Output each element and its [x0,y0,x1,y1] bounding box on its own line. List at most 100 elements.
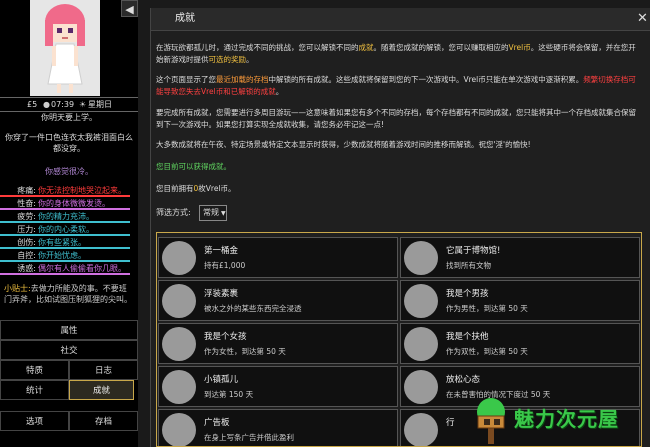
sidebar: ◀ £5 ● 07:39 ☀ 星期日 你明天要上学。 你穿了一件口色连衣太我裤泪… [0,0,138,447]
sun-icon: ☀ [79,100,87,109]
clock-icon: ● [43,100,50,109]
weekday-value: 星期日 [88,100,112,109]
achievement-title: 它属于博物馆! [446,246,501,256]
stat-row: 诱惑: 偶尔有人偷偷看你几眼。 [0,263,138,275]
text-run: 这个页面显示了您 [156,75,216,84]
achievement-badge-icon [404,284,438,318]
highlight-recent-save: 最近加载的存档 [216,75,269,84]
journal-button[interactable]: 日志 [69,360,138,380]
watermark-logo: 魅力次元屋 [462,394,650,447]
stat-row: 疲劳: 你的精力充沛。 [0,211,138,223]
text-run: 枚Vrel币。 [198,184,236,193]
dialog-title: 成就 [175,13,195,24]
tip-label: 小贴士: [4,284,31,293]
filter-select[interactable]: 常规 ▼ [199,205,227,221]
stat-row: 疼痛: 你无法控制地哭泣起来。 [0,185,138,197]
achievement-card: 我是个男孩作为男性，到达第 50 天 [400,280,640,321]
filter-value: 常规 [203,208,219,217]
stat-bar [0,221,130,223]
attributes-button[interactable]: 属性 [0,320,138,340]
dialog-header: 成就 ✕ [151,8,650,31]
achievement-desc: 作为双性，到达第 50 天 [446,347,528,356]
highlight-vrel: Vrel币 [508,43,531,52]
save-button[interactable]: 存档 [69,411,138,431]
intro-paragraph: 在游玩欲都孤儿时，通过完成不同的挑战，您可以解锁不同的成就。随着您成就的解锁，您… [156,42,642,66]
filter-label: 筛选方式: [156,208,191,217]
options-button[interactable]: 选项 [0,411,69,431]
watermark-text: 魅力次元屋 [514,407,619,431]
achievement-title: 广告板 [204,418,230,428]
stat-bar [0,260,130,262]
save-paragraph: 这个页面显示了您最近加载的存档中解锁的所有成就。这些成就将保留到您的下一次游戏中… [156,74,642,98]
text-run: 在游玩欲都孤儿时，通过完成不同的挑战，您可以解锁不同的 [156,43,359,52]
stat-bar [0,195,130,197]
stat-bar [0,234,130,236]
achievement-desc: 被水之外的某些东西完全浸透 [204,304,302,313]
achievement-card: 第一桶金持有£1,000 [158,237,398,278]
achievement-badge-icon [162,413,196,446]
statistics-button[interactable]: 统计 [0,380,69,400]
achievement-desc: 到达第 150 天 [204,390,254,399]
achievement-desc: 作为男性，到达第 50 天 [446,304,528,313]
achievement-title: 我是个扶他 [446,332,489,342]
achievement-desc: 在身上写条广告并借此盈利 [204,433,294,442]
character-portrait [30,0,100,96]
stat-row: 自控: 你开始忧虑。 [0,250,138,262]
achievement-desc: 持有£1,000 [204,261,246,270]
achievement-badge-icon [162,284,196,318]
text-run: 。随着您成就的解锁，您可以赚取相应的 [373,43,509,52]
temperature-status: 你感觉很冷。 [45,167,93,176]
achievement-card: 我是个扶他作为双性，到达第 50 天 [400,323,640,364]
achievements-button[interactable]: 成就 [69,380,134,400]
highlight-achievements: 成就 [358,43,374,52]
achievement-badge-icon [162,327,196,361]
achievement-badge-icon [404,370,438,404]
achievement-badge-icon [162,370,196,404]
text-run: 。 [275,87,284,96]
achievement-desc: 作为女性，到达第 50 天 [204,347,286,356]
text-run: 您目前拥有 [156,184,194,193]
stat-bar [0,273,130,275]
achievement-title: 我是个女孩 [204,332,247,342]
coin-count: 您目前拥有0枚Vrel币。 [156,183,642,195]
money-value: £5 [27,100,38,109]
achievement-badge-icon [162,241,196,275]
text-run: 。 [246,55,254,64]
achievement-card: 广告板在身上写条广告并借此盈利 [158,409,398,446]
achievement-card: 浮装素裹被水之外的某些东西完全浸透 [158,280,398,321]
close-icon[interactable]: ✕ [637,8,648,30]
stat-row: 压力: 你的内心柔软。 [0,224,138,236]
achievement-title: 放松心态 [446,375,481,385]
stat-bar [0,247,130,249]
achievement-title: 行 [446,418,455,428]
highlight-rewards: 可选的奖励 [208,55,247,64]
achievement-badge-icon [404,413,438,446]
achievement-title: 第一桶金 [204,246,239,256]
stat-bar [0,208,130,210]
achievement-title: 我是个男孩 [446,289,489,299]
unlock-info-paragraph: 大多数成就将在午夜、特定场景或特定文本显示时获得，少数成就将随着游戏时间的推移而… [156,140,531,149]
achievement-desc: 找到所有文物 [446,261,491,270]
multi-save-paragraph: 要完成所有成就，您需要进行多周目游玩——这意味着如果您有多个不同的存档，每个存档… [156,108,636,129]
stat-row: 创伤: 你有些紧张。 [0,237,138,249]
achievement-badge-icon [404,241,438,275]
achievement-badge-icon [404,327,438,361]
earn-note: 您目前可以获得成就。 [156,162,231,171]
school-notice: 你明天要上学。 [41,113,97,122]
achievement-card: 它属于博物馆! 找到所有文物 [400,237,640,278]
social-button[interactable]: 社交 [0,340,138,360]
achievements-dialog: 成就 ✕ 在游玩欲都孤儿时，通过完成不同的挑战，您可以解锁不同的成就。随着您成就… [150,8,650,447]
tip-text: 小贴士:去做力所能及的事。不要班门弄斧，比如试图压制狐狸的尖叫。 [4,283,134,305]
achievement-title: 浮装素裹 [204,289,239,299]
stat-row: 性奋: 你的身体微微发烫。 [0,198,138,210]
time-value: 07:39 [51,100,75,109]
achievement-title: 小镇孤儿 [204,375,239,385]
chevron-down-icon: ▼ [221,210,226,217]
treehouse-icon [477,398,505,444]
achievement-card: 我是个女孩作为女性，到达第 50 天 [158,323,398,364]
collapse-sidebar-button[interactable]: ◀ [121,0,138,17]
achievement-card: 小镇孤儿到达第 150 天 [158,366,398,407]
clothing-status: 你穿了一件口色连衣太我裤泪面白么都没穿。 [5,133,133,153]
traits-button[interactable]: 特质 [0,360,69,380]
text-run: 中解锁的所有成就。这些成就将保留到您的下一次游戏中。Vrel币只能在单次游戏中逐… [268,75,584,84]
